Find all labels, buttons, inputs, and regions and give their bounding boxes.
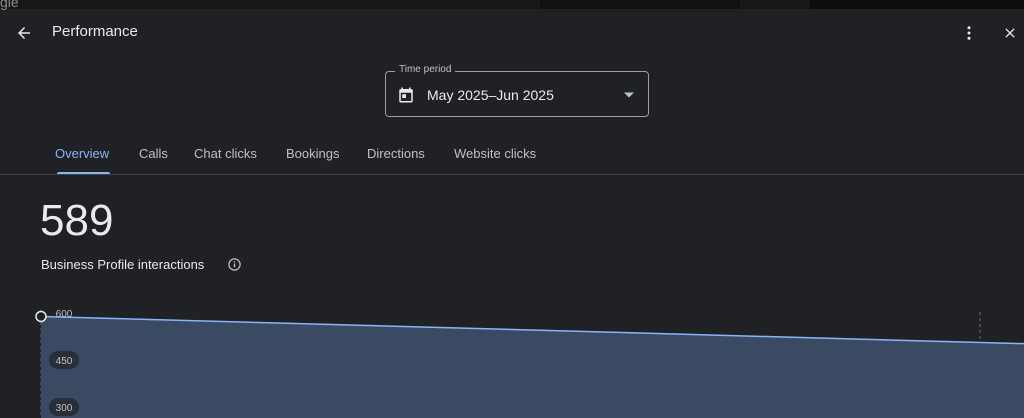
metric-label: Business Profile interactions [41, 257, 205, 272]
page-title: Performance [52, 23, 138, 40]
close-icon [1005, 28, 1015, 38]
dropdown-arrow-icon [624, 92, 634, 98]
calendar-icon [399, 87, 413, 103]
chart-start-point[interactable] [35, 310, 47, 323]
tab-bookings[interactable]: Bookings [286, 146, 339, 161]
info-icon[interactable] [227, 257, 242, 272]
y-tick-label: 600 [56, 309, 73, 320]
more-vert-icon [967, 26, 971, 40]
interactions-chart: 600 450 300 [35, 309, 1024, 418]
tab-chat-clicks[interactable]: Chat clicks [194, 146, 257, 161]
header: Performance [0, 9, 1024, 57]
close-button[interactable] [996, 19, 1024, 47]
browser-strip-toolbar [540, 0, 740, 9]
total-interactions: 589 [40, 196, 114, 245]
y-tick-label: 450 [56, 356, 73, 367]
tab-overview[interactable]: Overview [55, 146, 109, 161]
y-tick-label: 300 [56, 403, 73, 414]
chart-area [41, 316, 1024, 418]
tab-bar: Overview Calls Chat clicks Bookings Dire… [0, 135, 1024, 175]
browser-top-strip: gle [0, 0, 1024, 10]
tab-divider [0, 174, 1024, 175]
back-button[interactable] [10, 19, 38, 47]
time-period-label: Time period [395, 64, 456, 75]
arrow-back-icon [18, 27, 30, 39]
tab-website-clicks[interactable]: Website clicks [454, 146, 536, 161]
browser-strip-right [810, 0, 1024, 9]
time-period-select[interactable]: Time period May 2025–Jun 2025 [385, 64, 649, 117]
tab-directions[interactable]: Directions [367, 146, 425, 161]
time-period-value: May 2025–Jun 2025 [427, 87, 554, 103]
tab-calls[interactable]: Calls [139, 146, 168, 161]
more-options-button[interactable] [955, 19, 983, 47]
